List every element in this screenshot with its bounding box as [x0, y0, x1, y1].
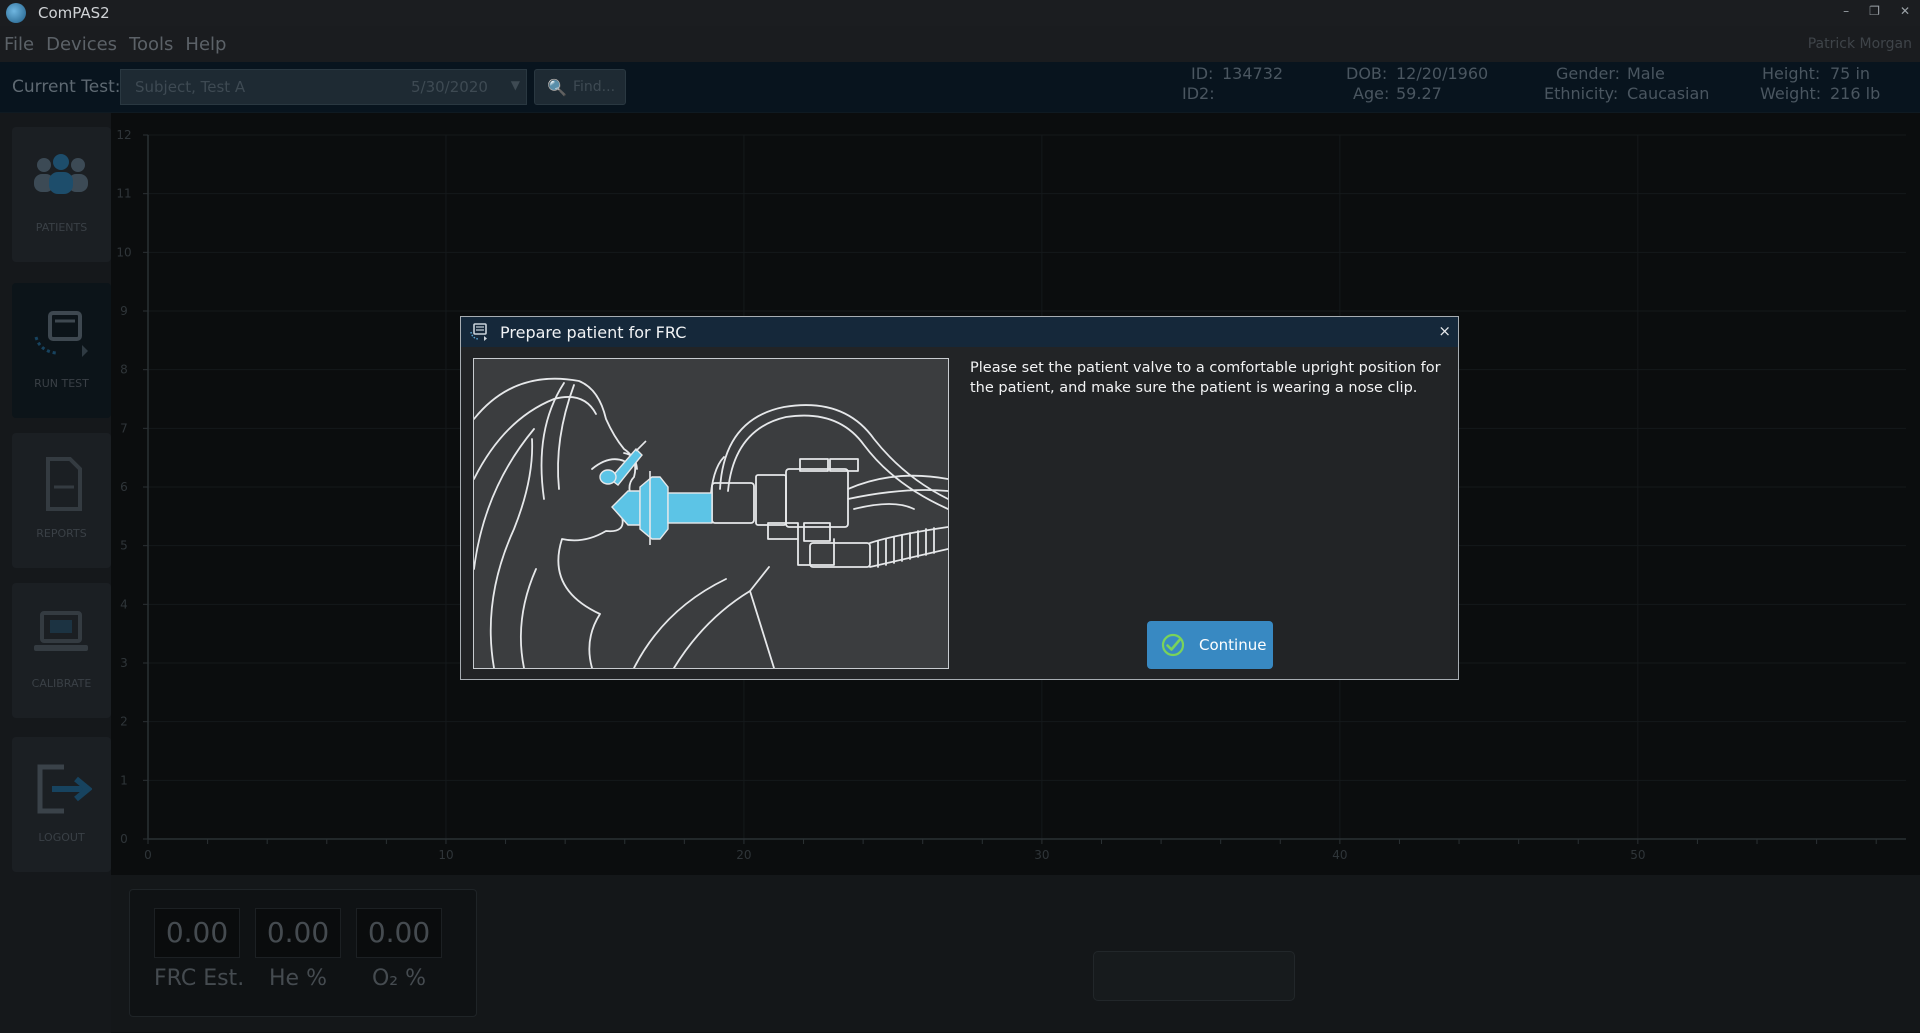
x-tick-label: 20 — [736, 848, 751, 862]
x-tick-label: 30 — [1034, 848, 1049, 862]
readout-value: 0.00 — [154, 908, 240, 958]
patient-with-mouthpiece-illustration — [474, 359, 948, 668]
dob-label: DOB: — [1346, 64, 1388, 83]
bottom-panel: 0.00 FRC Est. 0.00 He % 0.00 O₂ % — [111, 875, 1920, 1032]
readout-value: 0.00 — [356, 908, 442, 958]
test-name: Subject, Test A — [135, 78, 246, 96]
y-tick-label: 10 — [116, 245, 131, 259]
continue-button[interactable]: Continue — [1147, 621, 1273, 669]
sidebar-item-logout[interactable]: LOGOUT — [12, 737, 111, 872]
x-tick-label: 10 — [438, 848, 453, 862]
weight-label: Weight: — [1760, 84, 1822, 103]
calibrate-icon — [34, 611, 88, 651]
menu-tools[interactable]: Tools — [129, 34, 173, 55]
dialog-message: Please set the patient valve to a comfor… — [970, 360, 1441, 396]
sidebar: PATIENTS RUN TEST REPORTS CALIBRATE LOGO… — [0, 113, 111, 1033]
dob: 12/20/1960 — [1396, 64, 1489, 83]
readout-panel: 0.00 FRC Est. 0.00 He % 0.00 O₂ % — [129, 889, 477, 1017]
window-controls: – ❐ ✕ — [1843, 4, 1910, 18]
current-test-label: Current Test: — [12, 77, 121, 97]
gender: Male — [1627, 64, 1665, 83]
minimize-icon[interactable]: – — [1843, 4, 1849, 18]
close-icon[interactable]: × — [1438, 322, 1451, 340]
dialog-title: Prepare patient for FRC — [500, 323, 687, 342]
y-tick-label: 0 — [120, 832, 128, 846]
find-label: Find... — [573, 79, 616, 95]
sidebar-item-patients[interactable]: PATIENTS — [12, 127, 111, 262]
patient-id: 134732 — [1222, 64, 1284, 83]
checkmark-icon — [1161, 633, 1185, 657]
y-tick-label: 11 — [116, 187, 131, 201]
sidebar-item-label: RUN TEST — [34, 377, 89, 390]
age-label: Age: — [1353, 84, 1390, 103]
y-tick-label: 8 — [120, 363, 128, 377]
readout-label: He % — [269, 966, 327, 991]
find-button[interactable]: 🔍 Find... — [534, 69, 626, 105]
action-button[interactable] — [1093, 951, 1295, 1001]
ethnicity-label: Ethnicity: — [1544, 84, 1619, 103]
prepare-frc-dialog: Prepare patient for FRC × Please set the… — [460, 316, 1459, 680]
menu-file[interactable]: File — [4, 34, 34, 55]
sidebar-item-label: CALIBRATE — [31, 677, 92, 690]
weight: 216 lb — [1830, 84, 1881, 103]
test-date: 5/30/2020 — [411, 78, 488, 96]
y-tick-label: 2 — [120, 715, 128, 729]
search-icon: 🔍 — [547, 78, 567, 97]
y-tick-label: 4 — [120, 597, 128, 611]
readout-value: 0.00 — [255, 908, 341, 958]
o2-readout: 0.00 O₂ % — [356, 908, 442, 991]
patient-illustration — [473, 358, 949, 669]
run-test-icon — [470, 323, 487, 341]
maximize-icon[interactable]: ❐ — [1869, 4, 1880, 18]
y-tick-label: 3 — [120, 656, 128, 670]
current-test-select[interactable]: Subject, Test A 5/30/2020 ▼ — [120, 69, 527, 105]
age: 59.27 — [1396, 84, 1442, 103]
reports-icon — [46, 457, 82, 511]
sidebar-item-label: LOGOUT — [38, 831, 85, 844]
close-window-icon[interactable]: ✕ — [1900, 4, 1910, 18]
x-tick-label: 0 — [144, 848, 152, 862]
menu-bar: File Devices Tools Help Patrick Morgan — [0, 26, 1920, 62]
dialog-header: Prepare patient for FRC × — [461, 317, 1458, 347]
patients-icon — [34, 154, 88, 194]
current-user[interactable]: Patrick Morgan — [1808, 36, 1912, 52]
patient-id2-label: ID2: — [1182, 84, 1215, 103]
y-tick-label: 9 — [120, 304, 128, 318]
he-readout: 0.00 He % — [255, 908, 341, 991]
x-tick-label: 50 — [1630, 848, 1645, 862]
readout-label: FRC Est. — [154, 966, 245, 991]
sidebar-item-label: REPORTS — [36, 527, 87, 540]
gender-label: Gender: — [1556, 64, 1621, 83]
menu-help[interactable]: Help — [185, 34, 226, 55]
y-tick-label: 6 — [120, 480, 128, 494]
run-test-icon — [34, 311, 88, 357]
sidebar-item-label: PATIENTS — [35, 221, 88, 234]
logout-icon — [37, 764, 92, 814]
chevron-down-icon: ▼ — [510, 78, 520, 92]
continue-label: Continue — [1199, 636, 1267, 654]
y-tick-label: 7 — [120, 421, 128, 435]
toolbar: Current Test: Subject, Test A 5/30/2020 … — [0, 62, 1920, 113]
sidebar-item-run-test[interactable]: RUN TEST — [12, 283, 111, 418]
app-logo-icon — [6, 3, 26, 23]
height-label: Height: — [1762, 64, 1821, 83]
frc-est-readout: 0.00 FRC Est. — [154, 908, 244, 991]
ethnicity: Caucasian — [1627, 84, 1710, 103]
menu-devices[interactable]: Devices — [46, 34, 117, 55]
y-tick-label: 5 — [120, 539, 128, 553]
readout-label: O₂ % — [371, 966, 427, 991]
app-title: ComPAS2 — [38, 4, 110, 22]
sidebar-item-reports[interactable]: REPORTS — [12, 433, 111, 568]
y-tick-label: 1 — [120, 773, 128, 787]
y-tick-label: 12 — [116, 128, 131, 142]
title-bar: ComPAS2 – ❐ ✕ — [0, 0, 1920, 26]
height: 75 in — [1830, 64, 1871, 83]
patient-id-label: ID: — [1191, 64, 1214, 83]
x-tick-label: 40 — [1332, 848, 1347, 862]
sidebar-item-calibrate[interactable]: CALIBRATE — [12, 583, 111, 718]
